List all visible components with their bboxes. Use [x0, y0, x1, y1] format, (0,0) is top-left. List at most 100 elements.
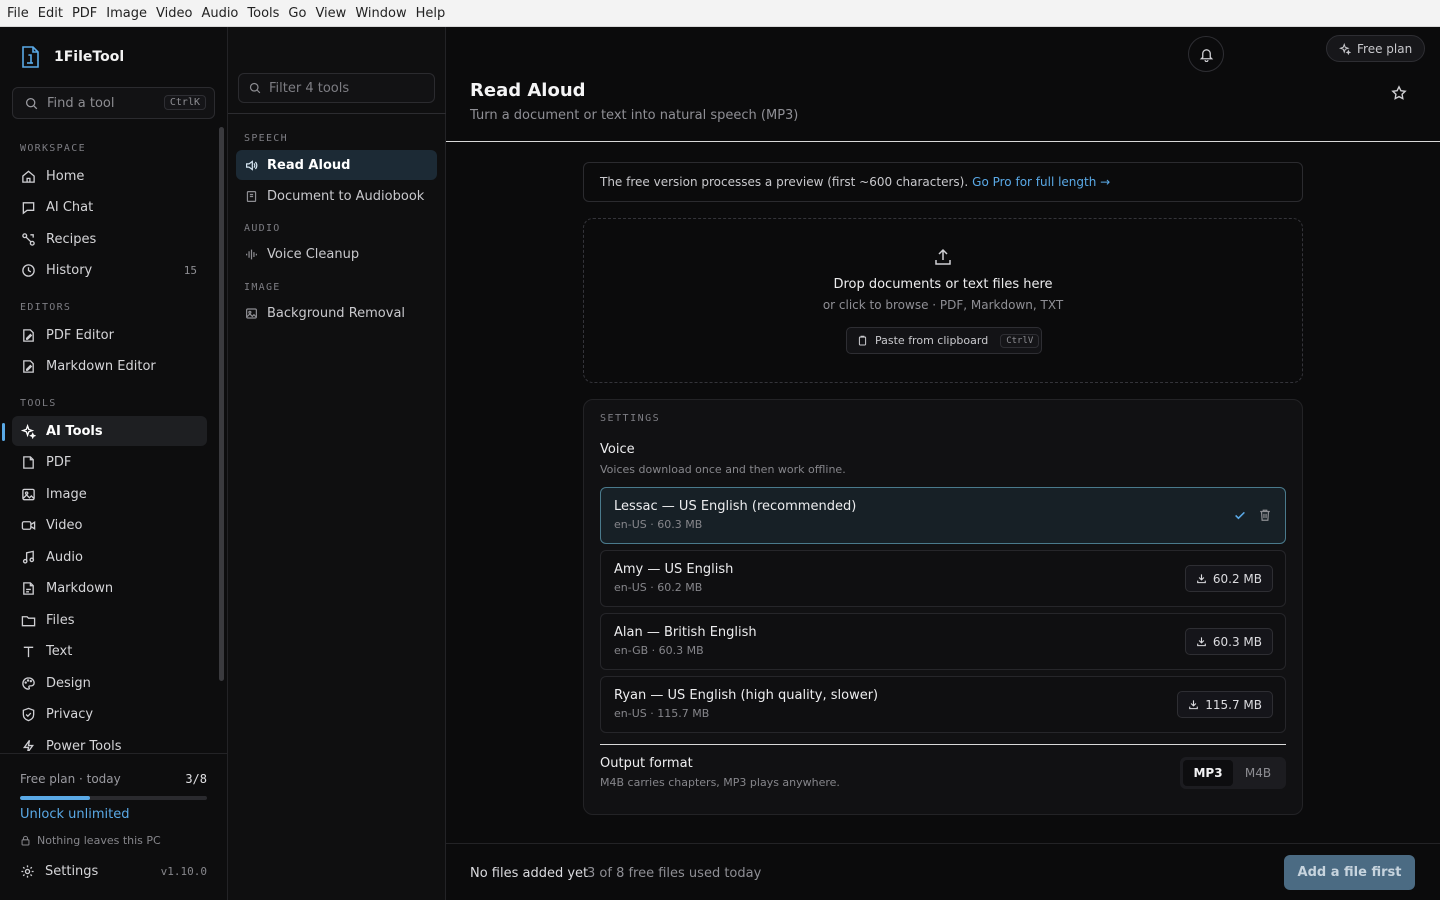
menu-edit[interactable]: Edit [37, 6, 69, 21]
voice-meta: en-US · 115.7 MB [614, 707, 710, 720]
gear-icon [21, 865, 34, 878]
sidebar-item-ai-chat[interactable]: AI Chat [12, 192, 207, 222]
active-indicator [2, 423, 5, 441]
find-tool-input[interactable]: Find a tool CtrlK [12, 87, 215, 119]
tool-item-document-to-audiobook[interactable]: Document to Audiobook [236, 181, 437, 211]
menu-help[interactable]: Help [415, 6, 452, 21]
menu-audio[interactable]: Audio [200, 6, 244, 21]
sidebar-item-audio[interactable]: Audio [12, 542, 207, 572]
tool-item-background-removal[interactable]: Background Removal [236, 298, 437, 328]
text-icon [23, 646, 34, 657]
sidebar-item-pdf-editor[interactable]: PDF Editor [12, 320, 207, 350]
menu-view[interactable]: View [314, 6, 352, 21]
filter-tools-input[interactable]: Filter 4 tools [238, 73, 435, 103]
voice-meta: en-GB · 60.3 MB [614, 644, 704, 657]
sidebar-item-video[interactable]: Video [12, 510, 207, 540]
brand[interactable]: 1FileTool [20, 45, 124, 69]
tool-section-speech: SPEECH [244, 133, 288, 144]
voice-option-amy[interactable]: Amy — US English en-US · 60.2 MB 60.2 MB [600, 550, 1286, 607]
free-plan-button[interactable]: Free plan [1326, 35, 1426, 62]
search-icon [25, 97, 38, 109]
sidebar-item-image[interactable]: Image [12, 479, 207, 509]
download-voice-button[interactable]: 60.3 MB [1184, 628, 1273, 655]
tool-item-voice-cleanup[interactable]: Voice Cleanup [236, 239, 437, 269]
tool-item-label: Read Aloud [267, 157, 351, 173]
menu-file[interactable]: File [6, 6, 35, 21]
sidebar-item-design[interactable]: Design [12, 668, 207, 698]
sidebar-item-markdown[interactable]: Markdown [12, 573, 207, 603]
download-voice-button[interactable]: 60.2 MB [1184, 565, 1273, 592]
folder-icon [21, 615, 36, 626]
sparkle-icon [1339, 42, 1351, 55]
menu-window[interactable]: Window [354, 6, 412, 21]
voice-description: Voices download once and then work offli… [600, 463, 846, 476]
download-voice-button[interactable]: 115.7 MB [1177, 691, 1273, 718]
section-label-workspace: WORKSPACE [20, 143, 86, 154]
pdf-editor-icon [23, 328, 34, 342]
sidebar-item-label: PDF Editor [46, 327, 114, 343]
sidebar-item-text[interactable]: Text [12, 636, 207, 666]
sidebar-item-files[interactable]: Files [12, 605, 207, 635]
main-content: Free plan Read Aloud Turn a document or … [446, 27, 1440, 900]
sidebar-item-pdf[interactable]: PDF [12, 447, 207, 477]
paste-label: Paste from clipboard [875, 334, 989, 347]
menu-video[interactable]: Video [155, 6, 198, 21]
plan-label: Free plan · today [20, 772, 121, 786]
format-option-m4b[interactable]: M4B [1233, 760, 1283, 786]
lock-icon [21, 835, 30, 846]
paste-from-clipboard-button[interactable]: Paste from clipboard CtrlV [846, 327, 1042, 354]
sidebar-item-home[interactable]: Home [12, 161, 207, 191]
settings-separator [600, 744, 1286, 745]
output-format-toggle: MP3 M4B [1180, 757, 1286, 789]
menu-image[interactable]: Image [105, 6, 153, 21]
tools-panel-divider [228, 113, 446, 114]
notifications-button[interactable] [1188, 36, 1224, 72]
download-size: 60.3 MB [1212, 634, 1262, 649]
history-count-badge: 15 [183, 263, 197, 277]
sidebar-item-ai-tools[interactable]: AI Tools [12, 416, 207, 446]
sidebar-item-markdown-editor[interactable]: Markdown Editor [12, 351, 207, 381]
file-dropzone[interactable]: Drop documents or text files here or cli… [583, 218, 1303, 383]
sidebar: 1FileTool Find a tool CtrlK WORKSPACE Ho… [0, 27, 228, 900]
plan-progress-bar [20, 796, 207, 800]
find-tool-shortcut: CtrlK [163, 95, 206, 110]
tool-item-label: Document to Audiobook [267, 188, 425, 204]
sidebar-item-label: Design [46, 675, 91, 691]
menu-tools[interactable]: Tools [246, 6, 285, 21]
sidebar-scrollbar[interactable] [219, 127, 224, 681]
unlock-unlimited-link[interactable]: Unlock unlimited [20, 807, 129, 822]
sidebar-item-label: Text [46, 643, 73, 659]
go-pro-link[interactable]: Go Pro for full length → [972, 175, 1110, 189]
voice-name: Ryan — US English (high quality, slower) [614, 688, 879, 703]
tool-item-label: Background Removal [267, 305, 406, 321]
favorite-button[interactable] [1391, 85, 1407, 105]
clipboard-icon [858, 335, 867, 346]
settings-button[interactable]: Settings v1.10.0 [20, 864, 207, 879]
voice-title: Voice [600, 442, 635, 457]
add-file-button[interactable]: Add a file first [1284, 855, 1415, 890]
star-icon [1391, 85, 1407, 100]
sidebar-item-history[interactable]: History 15 [12, 255, 207, 285]
menu-go[interactable]: Go [287, 6, 312, 21]
voice-option-ryan[interactable]: Ryan — US English (high quality, slower)… [600, 676, 1286, 733]
sidebar-item-privacy[interactable]: Privacy [12, 699, 207, 729]
voice-option-lessac[interactable]: Lessac — US English (recommended) en-US … [600, 487, 1286, 544]
sidebar-item-recipes[interactable]: Recipes [12, 224, 207, 254]
upload-icon [935, 248, 951, 265]
voice-option-alan[interactable]: Alan — British English en-GB · 60.3 MB 6… [600, 613, 1286, 670]
sidebar-item-power-tools[interactable]: Power Tools [12, 731, 207, 751]
audio-icon [22, 550, 35, 564]
menu-pdf[interactable]: PDF [71, 6, 103, 21]
page-title: Read Aloud [470, 80, 586, 101]
tool-item-read-aloud[interactable]: Read Aloud [236, 150, 437, 180]
trash-icon[interactable] [1258, 508, 1272, 522]
plan-progress-fill [20, 796, 91, 800]
recipes-icon [22, 232, 35, 246]
tools-panel: Filter 4 tools SPEECH Read Aloud Documen… [228, 27, 446, 900]
chat-icon [22, 201, 35, 214]
privacy-note: Nothing leaves this PC [20, 834, 161, 847]
paste-shortcut: CtrlV [1000, 333, 1040, 348]
sidebar-nav[interactable]: WORKSPACE Home AI Chat Recipes History 1… [0, 131, 228, 751]
format-option-mp3[interactable]: MP3 [1183, 760, 1233, 786]
tool-section-audio: AUDIO [244, 223, 281, 234]
